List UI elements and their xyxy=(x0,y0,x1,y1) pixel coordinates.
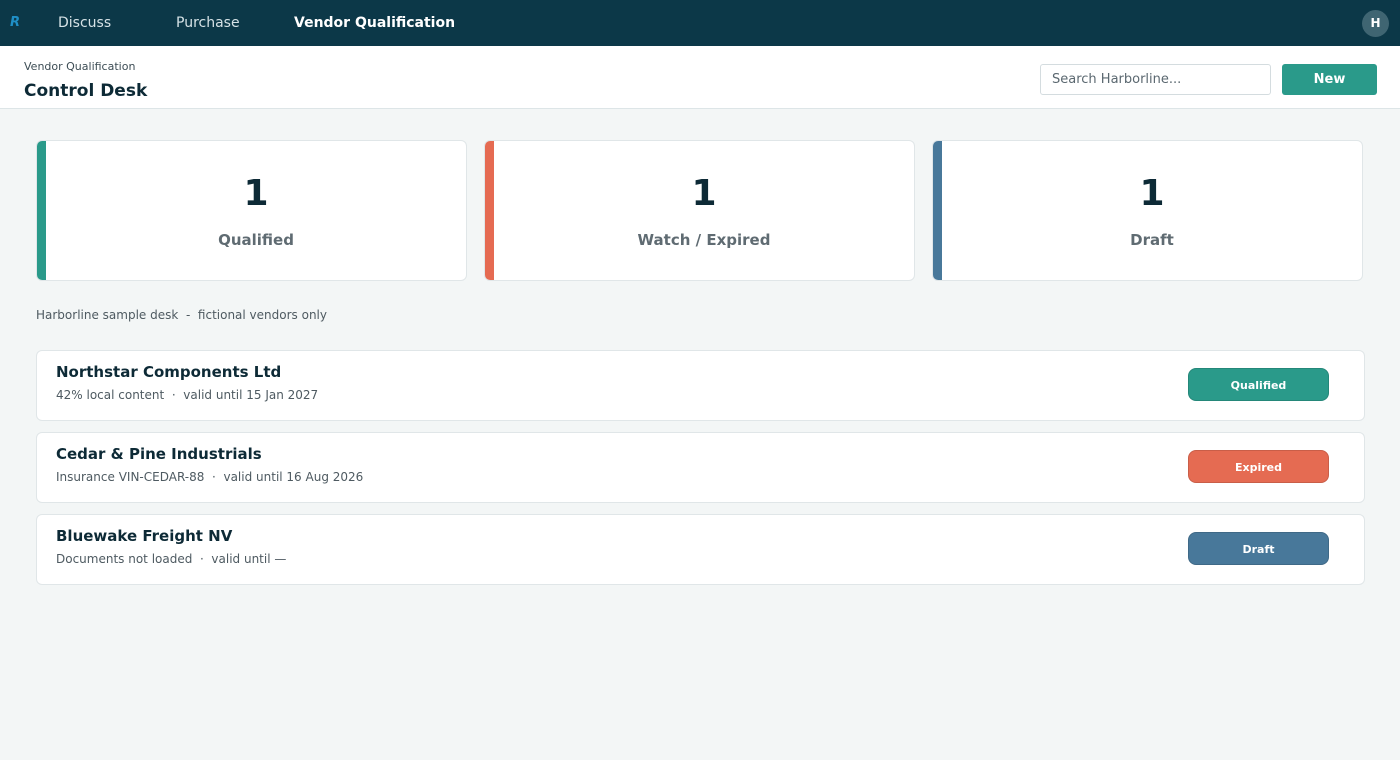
card-label: Watch / Expired xyxy=(637,231,771,249)
page-title: Control Desk xyxy=(24,81,148,101)
breadcrumb[interactable]: Vendor Qualification xyxy=(24,60,135,73)
summary-card-draft[interactable]: 1 Draft xyxy=(932,140,1363,281)
vendor-name: Bluewake Freight NV xyxy=(56,527,233,545)
status-badge: Qualified xyxy=(1188,368,1329,401)
card-count: 1 xyxy=(1139,173,1165,214)
top-nav-bar: R Discuss Purchase Vendor Qualification … xyxy=(0,0,1400,46)
card-accent-bar xyxy=(37,141,46,280)
logo-text: R xyxy=(10,15,21,30)
status-badge: Draft xyxy=(1188,532,1329,565)
nav-item-vendor-qualification[interactable]: Vendor Qualification xyxy=(294,0,455,46)
vendor-name: Cedar & Pine Industrials xyxy=(56,445,262,463)
vendor-name: Northstar Components Ltd xyxy=(56,363,282,381)
card-accent-bar xyxy=(933,141,942,280)
card-accent-bar xyxy=(485,141,494,280)
vendor-meta: 42% local content · valid until 15 Jan 2… xyxy=(56,388,319,402)
user-avatar[interactable]: H xyxy=(1362,10,1389,37)
vendor-meta: Insurance VIN-CEDAR-88 · valid until 16 … xyxy=(56,470,364,484)
new-button[interactable]: New xyxy=(1282,64,1377,95)
vendor-row[interactable]: Bluewake Freight NV Documents not loaded… xyxy=(36,514,1365,585)
card-count: 1 xyxy=(243,173,269,214)
vendor-row[interactable]: Northstar Components Ltd 42% local conte… xyxy=(36,350,1365,421)
status-badge: Expired xyxy=(1188,450,1329,483)
nav-item-purchase[interactable]: Purchase xyxy=(176,0,240,46)
card-count: 1 xyxy=(691,173,717,214)
card-label: Qualified xyxy=(218,231,294,249)
page-header: Vendor Qualification Control Desk New xyxy=(0,46,1400,109)
sample-note: Harborline sample desk - fictional vendo… xyxy=(36,308,327,322)
vendor-row[interactable]: Cedar & Pine Industrials Insurance VIN-C… xyxy=(36,432,1365,503)
summary-card-qualified[interactable]: 1 Qualified xyxy=(36,140,467,281)
search-input[interactable] xyxy=(1040,64,1271,95)
nav-item-discuss[interactable]: Discuss xyxy=(58,0,111,46)
vendor-meta: Documents not loaded · valid until — xyxy=(56,552,287,566)
card-label: Draft xyxy=(1130,231,1174,249)
summary-card-watch-expired[interactable]: 1 Watch / Expired xyxy=(484,140,915,281)
app-logo[interactable]: R xyxy=(10,13,44,33)
